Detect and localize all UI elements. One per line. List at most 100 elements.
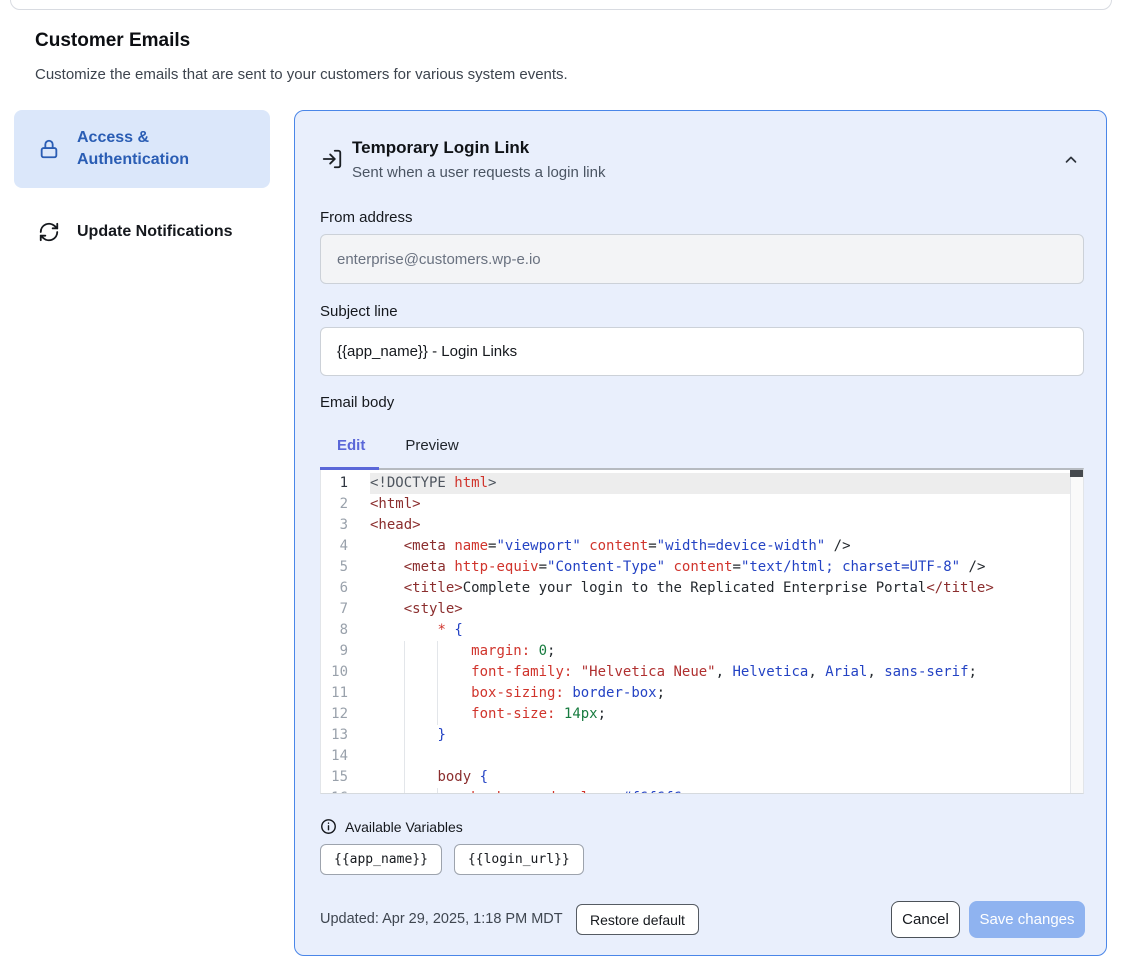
code-line-content[interactable]: background-color: #f6f6f6; [370,788,1070,794]
code-line: 11 box-sizing: border-box; [321,683,1070,704]
code-token: font-size: [471,706,555,722]
code-token [370,790,471,794]
variable-chip[interactable]: {{login_url}} [454,844,584,875]
editor-scrollbar[interactable] [1070,470,1083,793]
code-token [555,706,563,722]
code-line: 8 * { [321,620,1070,641]
code-token [471,769,479,785]
code-token [665,559,673,575]
panel-title: Temporary Login Link [352,138,529,158]
code-token: ; [547,643,555,659]
code-token: Arial [825,664,867,680]
code-token [572,664,580,680]
code-line-content[interactable]: box-sizing: border-box; [370,683,1070,704]
subject-line-input[interactable] [320,327,1084,376]
tab-preview[interactable]: Preview [405,437,458,454]
code-token: </title> [926,580,993,596]
code-token: = [648,538,656,554]
editor-tabs: Edit Preview [337,437,459,454]
code-token [876,664,884,680]
code-line: 9 margin: 0; [321,641,1070,662]
code-line-content[interactable]: margin: 0; [370,641,1070,662]
code-token: border-box [572,685,656,701]
code-token: = [539,559,547,575]
code-line: 10 font-family: "Helvetica Neue", Helvet… [321,662,1070,683]
code-line-content[interactable]: * { [370,620,1070,641]
code-token: body [437,769,471,785]
code-token: <style> [404,601,463,617]
indent-guide [437,788,438,793]
code-token: <head> [370,517,421,533]
code-token [581,538,589,554]
line-number: 2 [321,494,370,515]
code-token: = [733,559,741,575]
code-editor[interactable]: 1<!DOCTYPE html>2<html>3<head>4 <meta na… [320,468,1084,794]
code-line-content[interactable]: <meta name="viewport" content="width=dev… [370,536,1070,557]
code-line: 16 background-color: #f6f6f6; [321,788,1070,794]
code-token: "text/html; charset=UTF-8" [741,559,960,575]
code-token [530,643,538,659]
scrollbar-thumb[interactable] [1070,470,1083,477]
sidebar-item-update-notifications[interactable]: Update Notifications [14,204,270,260]
line-number: 1 [321,473,370,494]
page-title: Customer Emails [35,30,190,52]
collapse-button[interactable] [1060,149,1082,174]
code-token: "width=device-width" [657,538,826,554]
code-token: <meta [404,538,446,554]
line-number: 6 [321,578,370,599]
code-line-content[interactable]: <meta http-equiv="Content-Type" content=… [370,557,1070,578]
restore-default-button[interactable]: Restore default [576,904,699,935]
code-token: <!DOCTYPE [370,475,454,491]
variable-chip[interactable]: {{app_name}} [320,844,442,875]
save-changes-button[interactable]: Save changes [969,901,1085,938]
code-token: content [674,559,733,575]
code-line: 14 [321,746,1070,767]
code-line-content[interactable]: <title>Complete your login to the Replic… [370,578,1070,599]
code-token: html [454,475,488,491]
code-token: ; [657,685,665,701]
code-token: "Content-Type" [547,559,665,575]
code-line-content[interactable]: body { [370,767,1070,788]
sidebar-item-access-authentication[interactable]: Access & Authentication [14,110,270,188]
code-token: #f6f6f6 [623,790,682,794]
tab-edit[interactable]: Edit [337,437,365,454]
active-tab-indicator [320,467,379,470]
code-token [370,622,437,638]
code-line-content[interactable]: } [370,725,1070,746]
line-number: 8 [321,620,370,641]
code-line: 13 } [321,725,1070,746]
code-line: 1<!DOCTYPE html> [321,473,1070,494]
line-number: 14 [321,746,370,767]
code-line-content[interactable]: font-family: "Helvetica Neue", Helvetica… [370,662,1070,683]
code-token [370,664,471,680]
code-line-content[interactable]: <style> [370,599,1070,620]
updated-timestamp: Updated: Apr 29, 2025, 1:18 PM MDT [320,911,563,927]
code-token: , [867,664,875,680]
code-token: name [454,538,488,554]
code-line: 15 body { [321,767,1070,788]
code-line-content[interactable]: <head> [370,515,1070,536]
code-line-content[interactable]: font-size: 14px; [370,704,1070,725]
panel-subtitle: Sent when a user requests a login link [352,164,605,181]
info-icon[interactable] [320,818,337,835]
refresh-icon [38,221,60,243]
code-token: http-equiv [454,559,538,575]
email-body-label: Email body [320,394,394,411]
line-number: 12 [321,704,370,725]
code-token: box-sizing: [471,685,564,701]
code-line-content[interactable]: <html> [370,494,1070,515]
code-token: <title> [404,580,463,596]
lock-icon [38,138,60,160]
line-number: 11 [321,683,370,704]
code-token: <html> [370,496,421,512]
code-token: Complete your login to the Replicated En… [463,580,927,596]
code-token: { [454,622,462,638]
cancel-button[interactable]: Cancel [891,901,960,938]
line-number: 4 [321,536,370,557]
chevron-up-icon [1062,157,1080,172]
code-token: <meta [404,559,446,575]
code-line: 6 <title>Complete your login to the Repl… [321,578,1070,599]
code-line-content[interactable]: <!DOCTYPE html> [370,473,1070,494]
code-line: 4 <meta name="viewport" content="width=d… [321,536,1070,557]
code-line-content[interactable] [370,746,1070,767]
